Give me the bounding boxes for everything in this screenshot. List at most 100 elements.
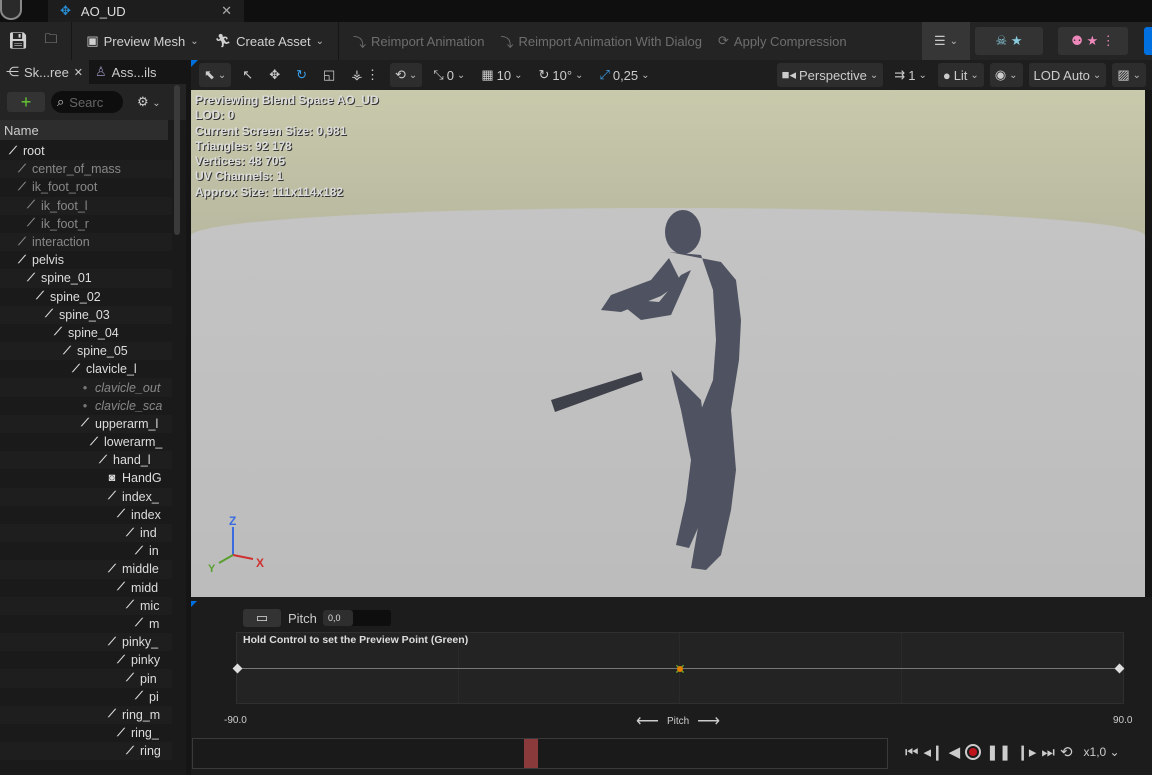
bone-icon: ⟋ (126, 744, 134, 757)
axis-y-label: Y (208, 563, 216, 575)
tree-row-ik-foot-r[interactable]: ⟋ ik_foot_r (0, 215, 172, 233)
tab-skeleton-tree[interactable]: ⋲ Sk...ree ✕ (0, 60, 90, 84)
tree-row-spine-02[interactable]: ⟋ spine_02 (0, 288, 172, 306)
menu-button[interactable]: ☰ ⌄ (922, 22, 970, 60)
pause-icon[interactable]: ❚❚ (986, 743, 1011, 761)
pitch-input[interactable]: 0,0 (323, 610, 391, 626)
select-tool[interactable]: ↖ (237, 63, 258, 87)
camera-speed-button[interactable]: ⇉ 1 ⌄ (889, 63, 932, 87)
tree-row-pin[interactable]: ⟋ pin (0, 669, 172, 688)
viewport-settings-button[interactable]: ▨ ⌄ (1112, 63, 1146, 87)
tree-row-clavicle-l[interactable]: ⟋ clavicle_l (0, 360, 172, 378)
tree-row-pinky[interactable]: ⟋ pinky (0, 651, 172, 669)
tree-row-hand-l[interactable]: ⟋ hand_l (0, 451, 172, 470)
stat-lod: LOD: 0 (195, 108, 235, 123)
settings-button[interactable]: ⚙ ⌄ (137, 94, 161, 110)
tree-row-in[interactable]: ⟋ in (0, 542, 172, 560)
tree-row-handg[interactable]: ◙ HandG (0, 469, 172, 487)
tree-row-center-of-mass[interactable]: ⟋ center_of_mass (0, 160, 172, 179)
lod-button[interactable]: LOD Auto ⌄ (1028, 63, 1107, 87)
browse-button[interactable]: 🗀 (36, 22, 65, 60)
document-tab[interactable]: ✥ AO_UD ✕ (48, 0, 244, 22)
coordinate-space-button[interactable]: ⚶ ⋮ (346, 63, 384, 87)
tree-scrollbar[interactable] (174, 85, 180, 235)
rotate-tool[interactable]: ↻ (291, 63, 312, 87)
tree-row-upperarm-l[interactable]: ⟋ upperarm_l (0, 414, 172, 433)
tree-row-index[interactable]: ⟋ index (0, 506, 172, 524)
apply-compression-button[interactable]: ⟳ Apply Compression (710, 22, 855, 60)
tree-row-root[interactable]: ⟋ root (0, 142, 172, 160)
play-reverse-icon[interactable]: ◀ (949, 743, 961, 761)
scale-snap[interactable]: ⤢ 0,25 ⌄ (594, 63, 654, 87)
search-input[interactable]: ⌕ Searc (51, 91, 123, 113)
tree-row-spine-05[interactable]: ⟋ spine_05 (0, 342, 172, 361)
add-button[interactable]: + (7, 92, 45, 112)
surface-snap-button[interactable]: ⟲ ⌄ (389, 63, 423, 87)
record-icon[interactable] (965, 744, 982, 760)
scale-tool[interactable]: ◱ (318, 63, 340, 87)
loop-icon[interactable]: ⟲ (1060, 743, 1073, 761)
tree-row-ik-foot-root[interactable]: ⟋ ik_foot_root (0, 178, 172, 196)
playback-speed-button[interactable]: x1,0 ⌄ (1084, 745, 1120, 759)
skip-to-end-icon[interactable]: ⏭ (1041, 744, 1055, 761)
close-tab-icon[interactable]: ✕ (221, 3, 232, 19)
lit-button[interactable]: ● Lit ⌄ (937, 63, 984, 87)
speed-value: 1 (908, 67, 916, 83)
physics-mode-button[interactable]: ⚉ ★ ⋮ (1058, 27, 1128, 55)
tree-row-ik-foot-l[interactable]: ⟋ ik_foot_l (0, 196, 172, 215)
tree-row-m[interactable]: ⟋ m (0, 615, 172, 633)
select-mode-button[interactable]: ⬉ ⌄ (199, 63, 232, 87)
rotation-snap[interactable]: ↻ 10° ⌄ (533, 63, 588, 87)
tree-row-spine-04[interactable]: ⟋ spine_04 (0, 324, 172, 342)
tree-row-midd[interactable]: ⟋ midd (0, 579, 172, 597)
stat-approx-size: Approx Size: 111x114x182 (195, 184, 344, 199)
tree-row-label: pinky_ (122, 635, 159, 650)
tree-row-clavicle-sca[interactable]: ● clavicle_sca (0, 397, 172, 415)
preview-mesh-button[interactable]: ▣ Preview Mesh ⌄ (78, 22, 206, 60)
timeline-scrubber[interactable] (192, 738, 888, 769)
reimport-dialog-button[interactable]: ⤵ Reimport Animation With Dialog (492, 22, 710, 60)
blendspace-graph[interactable]: Hold Control to set the Preview Point (G… (232, 632, 1125, 704)
tree-row-middle[interactable]: ⟋ middle (0, 560, 172, 579)
tree-row-spine-03[interactable]: ⟋ spine_03 (0, 305, 172, 324)
bone-icon: ⟋ (117, 508, 125, 521)
step-back-icon[interactable]: ◂❙ (924, 743, 944, 761)
sample-point-max[interactable] (1114, 663, 1125, 674)
create-asset-button[interactable]: 🏃︎ Create Asset ⌄ (207, 22, 332, 60)
translate-snap[interactable]: ⤡ 0 ⌄ (428, 63, 470, 87)
save-button[interactable]: 💾︎ (0, 22, 36, 60)
grid-snap[interactable]: ▦ 10 ⌄ (476, 63, 527, 87)
preview-point[interactable]: ✕ (673, 662, 687, 676)
tree-row-pinky-[interactable]: ⟋ pinky_ (0, 633, 172, 652)
tree-row-ring[interactable]: ⟋ ring (0, 742, 172, 761)
stat-vertices: Vertices: 48 705 (195, 154, 286, 169)
tree-row-mic[interactable]: ⟋ mic (0, 596, 172, 615)
tree-row-pelvis[interactable]: ⟋ pelvis (0, 251, 172, 269)
tree-row-pi[interactable]: ⟋ pi (0, 688, 172, 706)
step-forward-icon[interactable]: ❙▸ (1016, 743, 1036, 761)
tree-row-ring-m[interactable]: ⟋ ring_m (0, 705, 172, 724)
close-icon[interactable]: ✕ (74, 66, 83, 79)
tree-row-interaction[interactable]: ⟋ interaction (0, 232, 172, 252)
tree-row-clavicle-out[interactable]: ● clavicle_out (0, 378, 172, 397)
input-toggle-button[interactable]: ▭ (243, 609, 281, 627)
scrub-handle[interactable] (524, 739, 538, 768)
tree-row-lowerarm-[interactable]: ⟋ lowerarm_ (0, 433, 172, 451)
reimport-animation-button[interactable]: ⤵ Reimport Animation (345, 22, 492, 60)
skip-to-start-icon[interactable]: ⏮ (905, 744, 919, 761)
skeleton-mode-button[interactable]: ☠ ★ (975, 27, 1043, 55)
tree-row-ind[interactable]: ⟋ ind (0, 523, 172, 543)
tree-row-label: interaction (32, 235, 90, 250)
perspective-button[interactable]: ■◂ Perspective ⌄ (776, 63, 884, 87)
tree-row-index-[interactable]: ⟋ index_ (0, 487, 172, 506)
show-button[interactable]: ◉ ⌄ (989, 63, 1023, 87)
tab-asset-details[interactable]: ♙ Ass...ils (89, 60, 162, 84)
axis-z-label: Z (229, 515, 236, 528)
translate-tool[interactable]: ✥ (264, 63, 285, 87)
animation-mode-button[interactable] (1144, 27, 1152, 55)
tree-row-spine-01[interactable]: ⟋ spine_01 (0, 269, 172, 288)
unreal-logo[interactable] (0, 0, 22, 20)
3d-viewport[interactable]: Previewing Blend Space AO_UD LOD: 0 Curr… (191, 90, 1145, 597)
tree-row-ring-[interactable]: ⟋ ring_ (0, 724, 172, 742)
column-header-name[interactable]: Name (0, 120, 168, 140)
